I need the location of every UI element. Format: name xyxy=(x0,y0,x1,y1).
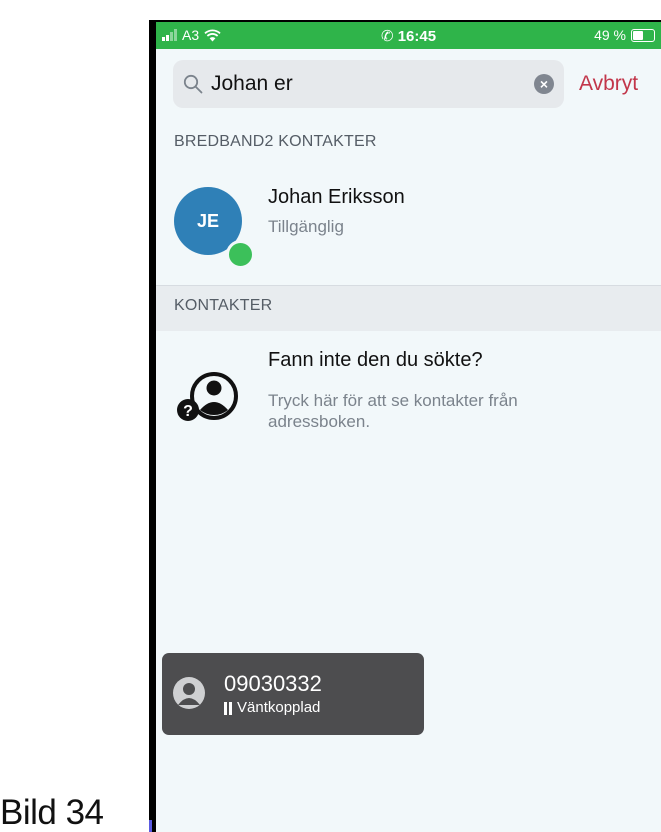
section-header-bredband2: BREDBAND2 KONTAKTER xyxy=(174,133,377,150)
phone-screenshot: A3 ✆ 16:45 49 % Johan er × Avbryt BREDBA… xyxy=(149,20,661,832)
contact-name: Johan Eriksson xyxy=(268,186,405,208)
call-time: 16:45 xyxy=(397,28,437,45)
search-icon xyxy=(183,74,203,94)
search-input[interactable]: Johan er × xyxy=(173,60,564,108)
pause-icon xyxy=(224,701,232,715)
section-band-contacts: KONTAKTER xyxy=(156,285,661,331)
held-call-number: 09030332 xyxy=(224,671,322,696)
search-row: Johan er × Avbryt xyxy=(156,49,661,119)
cancel-button[interactable]: Avbryt xyxy=(579,71,638,97)
status-bar: A3 ✆ 16:45 49 % xyxy=(156,22,661,49)
svg-text:?: ? xyxy=(183,403,193,420)
not-found-description: Tryck här för att se kontakter från adre… xyxy=(268,391,518,431)
held-call-state: Väntkopplad xyxy=(224,699,320,717)
held-call-toast[interactable]: 09030332 Väntkopplad xyxy=(162,653,424,735)
search-value: Johan er xyxy=(211,72,293,95)
presence-available-icon xyxy=(226,240,255,269)
clear-search-icon[interactable]: × xyxy=(534,74,554,94)
home-indicator-mark xyxy=(149,820,152,832)
figure-caption: Bild 34 xyxy=(0,793,104,832)
person-icon xyxy=(173,677,205,709)
address-book-row[interactable]: ? Fann inte den du sökte? Tryck här för … xyxy=(156,330,661,450)
app-screen: Johan er × Avbryt BREDBAND2 KONTAKTER JE… xyxy=(156,49,661,832)
battery-icon xyxy=(631,28,655,42)
contact-status: Tillgänglig xyxy=(268,217,344,236)
status-right: 49 % xyxy=(594,27,655,43)
section-header-contacts: KONTAKTER xyxy=(174,297,273,314)
battery-percent: 49 % xyxy=(594,27,626,43)
not-found-title: Fann inte den du sökte? xyxy=(268,349,483,371)
unknown-contact-icon: ? xyxy=(177,372,238,421)
contact-row[interactable]: JE Johan Eriksson Tillgänglig xyxy=(156,167,661,285)
phone-icon: ✆ xyxy=(380,28,394,45)
status-call-time[interactable]: ✆ 16:45 xyxy=(156,27,661,45)
held-call-state-label: Väntkopplad xyxy=(237,699,321,716)
